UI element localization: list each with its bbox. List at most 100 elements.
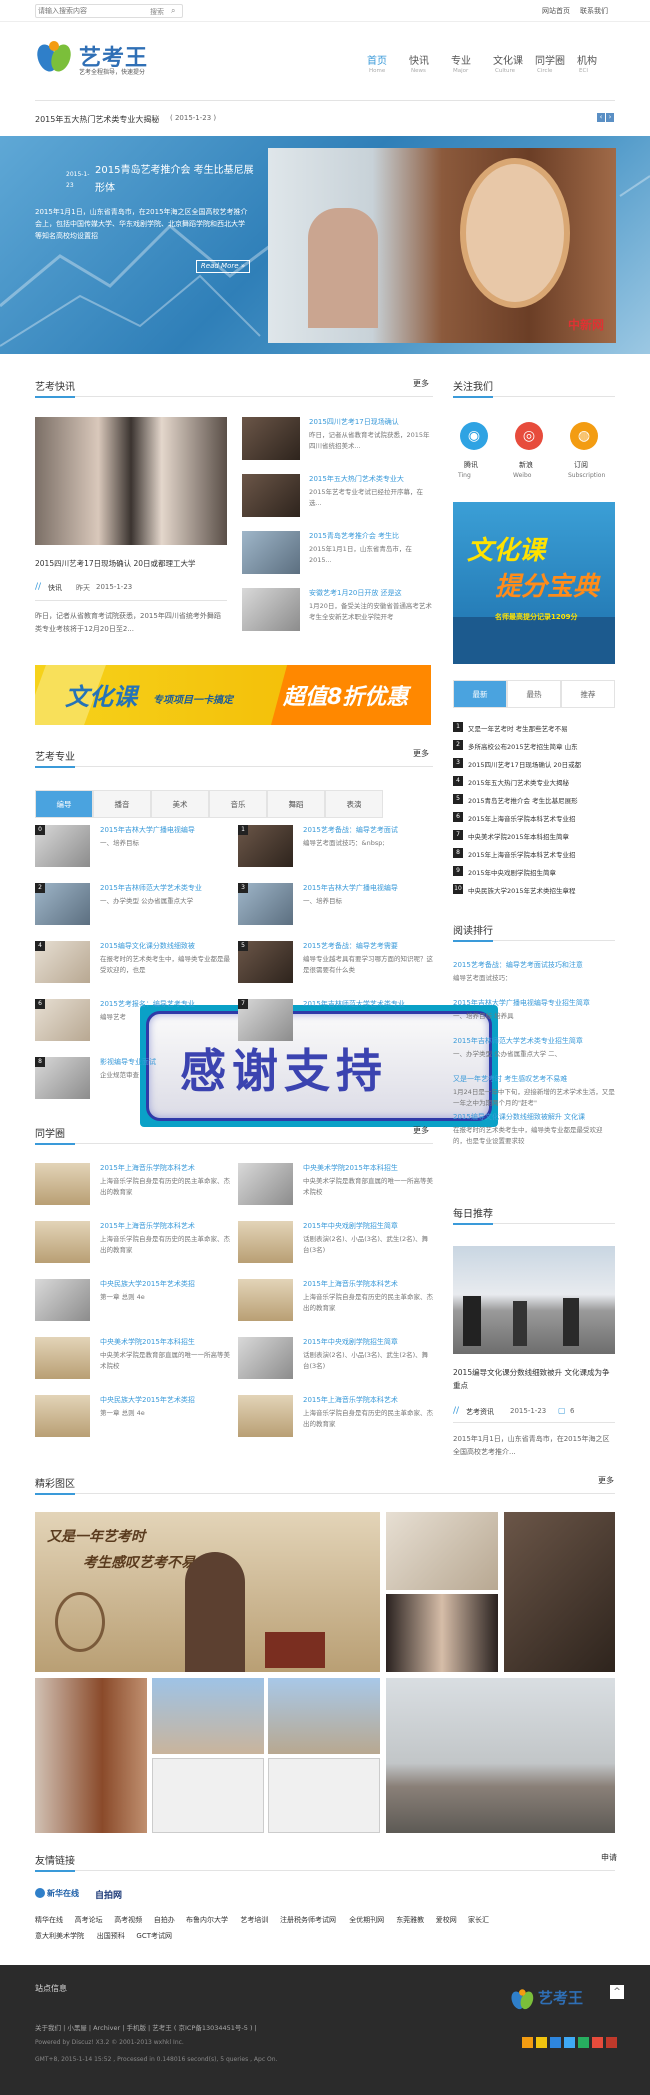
hero-title[interactable]: 2015青岛艺考推介会 考生比基尼展形体 xyxy=(95,162,255,198)
circle-item-thumb[interactable] xyxy=(238,1337,293,1379)
circle-item-thumb[interactable] xyxy=(238,1163,293,1205)
circle-item-thumb[interactable] xyxy=(35,1221,90,1263)
friend-link[interactable]: 东莞雅教 xyxy=(396,1915,424,1925)
news-item-thumb[interactable] xyxy=(242,474,300,517)
news-item-title[interactable]: 2015青岛艺考推介会 考生比 xyxy=(309,531,433,541)
nav-item-1[interactable]: 快讯 xyxy=(409,52,429,67)
side-list-item[interactable]: 2015青岛艺考推介会 考生比基尼展形 xyxy=(468,795,615,805)
major-item-title[interactable]: 2015年吉林大学广播电视编导 xyxy=(303,883,433,893)
major-item-thumb[interactable]: 2 xyxy=(35,883,90,925)
news-item-title[interactable]: 安徽艺考1月20日开放 还是这 xyxy=(309,588,433,598)
qzone-icon[interactable] xyxy=(536,2037,547,2048)
footer-links[interactable]: 关于我们 | 小黑屋 | Archiver | 手机版 | 艺考王 ( 京ICP… xyxy=(35,2022,257,2032)
friend-link[interactable]: GCT考试网 xyxy=(136,1931,172,1941)
circle-item-title[interactable]: 中央美术学院2015年本科招生 xyxy=(303,1163,433,1173)
major-item-title[interactable]: 2015艺考备战：编导艺考面试 xyxy=(303,825,433,835)
friend-link[interactable]: 高考视频 xyxy=(114,1915,142,1925)
friend-logo-2[interactable]: 自拍网 xyxy=(95,1886,135,1904)
major-item-thumb[interactable]: 7 xyxy=(238,999,293,1041)
circle-item-title[interactable]: 2015年上海音乐学院本科艺术 xyxy=(303,1279,433,1289)
news-main-caption[interactable]: 2015四川艺考17日现场确认 20日或都理工大学 xyxy=(35,558,196,569)
friend-link[interactable]: 注册税务师考试网 xyxy=(280,1915,336,1925)
friend-link[interactable]: 意大利美术学院 xyxy=(35,1931,84,1941)
tencent-weibo-icon[interactable]: ◉ xyxy=(460,422,488,450)
friend-link[interactable]: 精华在线 xyxy=(35,1915,63,1925)
gallery-photo-9[interactable] xyxy=(386,1678,615,1833)
major-item-thumb[interactable]: 3 xyxy=(238,883,293,925)
reading-item-title[interactable]: 又是一年艺考时 考生感叹艺考不易难 xyxy=(453,1074,615,1084)
major-more[interactable]: 更多 xyxy=(413,748,429,759)
hero-read-more[interactable]: Read More » xyxy=(196,260,250,273)
friend-link[interactable]: 家长汇 xyxy=(468,1915,489,1925)
major-tab-3[interactable]: 音乐 xyxy=(209,790,267,818)
circle-item-thumb[interactable] xyxy=(35,1279,90,1321)
gallery-photo-8[interactable] xyxy=(268,1758,380,1833)
friend-link[interactable]: 爱校网 xyxy=(436,1915,457,1925)
major-item-title[interactable]: 影视编导专业面试 xyxy=(100,1057,230,1067)
news-item-title[interactable]: 2015年五大热门艺术类专业大 xyxy=(309,474,433,484)
weibo-icon[interactable] xyxy=(592,2037,603,2048)
friend-link[interactable]: 布鲁内尔大学 xyxy=(186,1915,228,1925)
gallery-photo-4[interactable] xyxy=(35,1678,147,1833)
major-item-thumb[interactable]: 6 xyxy=(35,999,90,1041)
headline-next[interactable]: › xyxy=(606,113,614,122)
major-tab-4[interactable]: 舞蹈 xyxy=(267,790,325,818)
search-input[interactable] xyxy=(38,6,138,16)
headline-prev[interactable]: ‹ xyxy=(597,113,605,122)
circle-item-title[interactable]: 中央美术学院2015年本科招生 xyxy=(100,1337,230,1347)
gallery-photo-1[interactable] xyxy=(386,1512,498,1590)
side-list-item[interactable]: 2015年上海音乐学院本科艺术专业招 xyxy=(468,813,615,823)
circle-item-thumb[interactable] xyxy=(238,1395,293,1437)
friend-link[interactable]: 出国预科 xyxy=(97,1931,125,1941)
nav-item-4[interactable]: 同学圈 xyxy=(535,52,565,67)
side-tab-0[interactable]: 最新 xyxy=(453,680,507,708)
side-tab-2[interactable]: 推荐 xyxy=(561,680,615,708)
circle-item-thumb[interactable] xyxy=(35,1337,90,1379)
nav-item-0[interactable]: 首页 xyxy=(367,52,387,67)
rss-icon[interactable]: ◍ xyxy=(570,422,598,450)
gallery-photo-6[interactable] xyxy=(268,1678,380,1754)
circle-item-thumb[interactable] xyxy=(238,1221,293,1263)
sina-weibo-icon[interactable]: ◎ xyxy=(515,422,543,450)
circle-item-title[interactable]: 中央民族大学2015年艺术类招 xyxy=(100,1395,230,1405)
gallery-photo-7[interactable] xyxy=(152,1758,264,1833)
hero-image[interactable]: 中新网 xyxy=(268,148,616,343)
news-item-title[interactable]: 2015四川艺考17日现场确认 xyxy=(309,417,433,427)
side-ad[interactable]: 文化课 提分宝典 名师最高提分记录1209分 xyxy=(453,502,615,664)
share-icon[interactable] xyxy=(606,2037,617,2048)
search-icon[interactable]: ⌕ xyxy=(171,6,175,16)
douban-icon[interactable] xyxy=(578,2037,589,2048)
gallery-photo-2[interactable] xyxy=(386,1594,498,1672)
major-item-thumb[interactable]: 4 xyxy=(35,941,90,983)
major-item-title[interactable]: 2015年吉林师范大学艺术类专业 xyxy=(100,883,230,893)
news-item-thumb[interactable] xyxy=(242,531,300,574)
circle-item-title[interactable]: 2015年上海音乐学院本科艺术 xyxy=(100,1221,230,1231)
gallery-poster[interactable]: 又是一年艺考时 考生感叹艺考不易 xyxy=(35,1512,380,1672)
major-item-title[interactable]: 2015艺考备战：编导艺考需要 xyxy=(303,941,433,951)
friends-apply[interactable]: 申请 xyxy=(601,1852,617,1863)
reading-item-title[interactable]: 2015艺考备战：编导艺考面试技巧和注意 xyxy=(453,960,615,970)
circle-item-title[interactable]: 2015年中央戏剧学院招生简章 xyxy=(303,1337,433,1347)
news-main-tag[interactable]: 快讯 xyxy=(48,583,62,593)
reading-item-title[interactable]: 2015年吉林大学广播电视编导专业招生简章 xyxy=(453,998,615,1008)
major-item-thumb[interactable]: 5 xyxy=(238,941,293,983)
side-list-item[interactable]: 2015四川艺考17日现场确认 20日或都 xyxy=(468,759,615,769)
gallery-photo-5[interactable] xyxy=(152,1678,264,1754)
friend-link[interactable]: 全优期刊网 xyxy=(349,1915,384,1925)
major-tab-2[interactable]: 美术 xyxy=(151,790,209,818)
circle-item-thumb[interactable] xyxy=(35,1395,90,1437)
side-list-item[interactable]: 2015年上海音乐学院本科艺术专业招 xyxy=(468,849,615,859)
major-item-title[interactable]: 2015年吉林师范大学艺术类专业 xyxy=(303,999,433,1009)
circle-more[interactable]: 更多 xyxy=(413,1125,429,1136)
contact-link[interactable]: 联系我们 xyxy=(580,6,608,16)
footer-logo[interactable]: 艺考王 xyxy=(510,1985,620,2015)
side-list-item[interactable]: 多所高校公布2015艺考招生简章 山东 xyxy=(468,741,615,751)
side-list-item[interactable]: 中央民族大学2015年艺术类招生章程 xyxy=(468,885,615,895)
nav-item-2[interactable]: 专业 xyxy=(451,52,471,67)
news-item-thumb[interactable] xyxy=(242,588,300,631)
circle-item-title[interactable]: 2015年中央戏剧学院招生简章 xyxy=(303,1221,433,1231)
side-list-item[interactable]: 2015年中央戏剧学院招生简章 xyxy=(468,867,615,877)
renren-icon[interactable] xyxy=(550,2037,561,2048)
news-item-thumb[interactable] xyxy=(242,417,300,460)
side-list-item[interactable]: 中央美术学院2015年本科招生简章 xyxy=(468,831,615,841)
